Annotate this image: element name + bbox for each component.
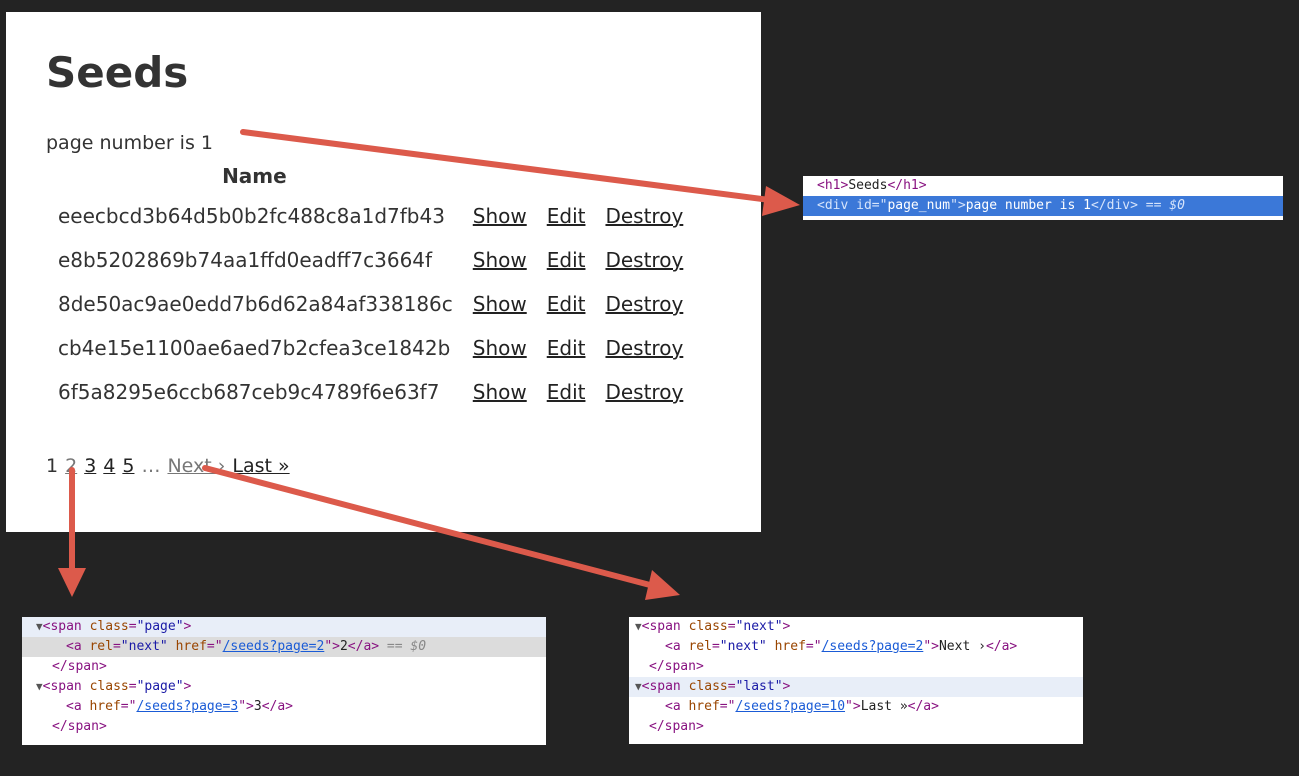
arrow-head-icon [58, 568, 86, 597]
arrow-head-icon [762, 186, 800, 216]
annotation-arrows [58, 129, 800, 600]
arrow-head-icon [645, 570, 680, 600]
arrow-page-num [240, 129, 773, 203]
arrow-next [202, 465, 653, 588]
